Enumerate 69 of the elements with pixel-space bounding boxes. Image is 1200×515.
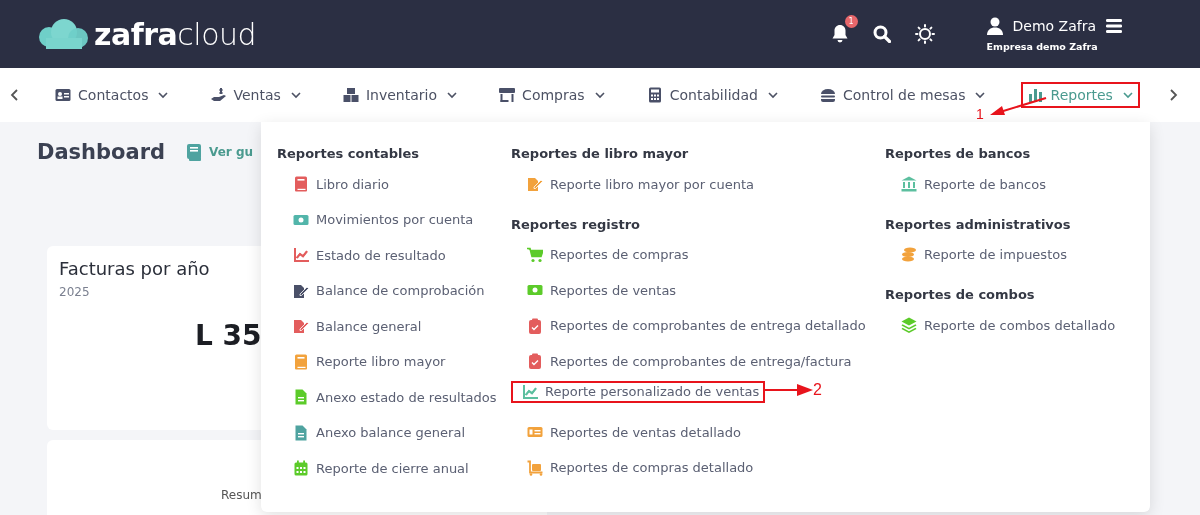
search-icon[interactable] [872,25,891,43]
menu-item[interactable]: Anexo estado de resultados [281,385,503,409]
sun-icon[interactable] [914,24,935,44]
annotation-arrow [765,382,813,397]
card-title: Resum [221,488,262,502]
card-title: Facturas por año [59,258,210,279]
scroll-left-icon[interactable] [10,88,20,102]
menu-item[interactable]: Reporte de impuestos [889,242,1073,267]
menu-item[interactable]: Reportes de compras [515,242,695,267]
annotation-number: 1 [976,106,984,122]
nav-tab[interactable]: Inventario [335,82,464,108]
menu-icon[interactable] [1106,18,1122,33]
card-amount: L 35 [195,319,262,352]
bars-icon [1027,87,1044,103]
nav-tab[interactable]: Ventas [203,82,308,108]
menu-item[interactable]: Reportes de ventas detallado [515,420,747,444]
menu-section-heading: Reportes de combos [885,287,1036,304]
menu-item[interactable]: Anexo balance general [281,420,471,445]
menu-section-heading: Reportes registro [511,216,642,234]
menu-item[interactable]: Movimientos por cuenta [281,207,480,232]
company-name: Empresa demo Zafra [986,40,1099,52]
menu-item[interactable]: Balance de comprobación [281,278,491,303]
chevron-down-icon [975,91,986,99]
chevron-down-icon [158,91,169,99]
annotation-number: 2 [813,380,822,399]
menu-item[interactable]: Reporte de bancos [889,172,1052,196]
menu-item[interactable]: Reportes de ventas [515,278,683,302]
menu-item[interactable]: Reporte de cierre anual [281,456,475,480]
hand-icon [210,87,227,103]
menu-item[interactable]: Estado de resultado [281,243,452,267]
chevron-down-icon [447,91,457,99]
book-icon [187,143,202,161]
menu-section-heading: Reportes administrativos [885,216,1072,234]
menu-item[interactable]: Reporte libro mayor por cuenta [515,172,760,196]
menu-item[interactable]: Reporte libro mayor [281,349,452,374]
nav-tab[interactable]: Reportes [1020,82,1140,108]
nav-tab[interactable]: Control de mesas [813,82,993,108]
burger-icon [820,87,836,103]
store-icon [499,87,516,103]
nav-tab[interactable]: Compras [492,82,612,108]
brand-name: zafracloud [94,16,257,52]
menu-item[interactable]: Reporte personalizado de ventas [511,380,766,403]
user-name[interactable]: Demo Zafra [1012,17,1096,34]
chevron-down-icon [767,91,778,99]
page-title: Dashboard [37,140,166,164]
menu-section-heading: Reportes de libro mayor [511,146,690,163]
chevron-down-icon [594,91,605,99]
menu-item[interactable]: Reportes de comprobantes de entrega detallado [515,313,872,338]
user-icon[interactable] [986,16,1003,35]
contact-icon [55,87,72,103]
menu-item[interactable]: Libro diario [281,172,395,196]
nav-tab[interactable]: Contactos [48,82,176,108]
menu-item[interactable]: Balance general [281,314,428,338]
chevron-down-icon [1122,91,1133,99]
annotation-arrow [988,96,1048,118]
nav-tab[interactable]: Contabilidad [639,82,785,108]
card-year: 2025 [59,285,90,299]
calc-icon [646,87,663,103]
bell-icon[interactable] [830,24,849,44]
scroll-right-icon[interactable] [1167,88,1178,102]
cloud-logo-icon [38,18,90,50]
boxes-icon [342,87,359,103]
menu-section-heading: Reportes contables [277,146,420,163]
notification-badge: 1 [844,15,858,28]
menu-item[interactable]: Reporte de combos detallado [889,313,1122,337]
chevron-down-icon [290,91,301,99]
menu-item[interactable]: Reportes de comprobantes de entrega/factura [515,349,858,373]
menu-section-heading: Reportes de bancos [885,146,1032,163]
menu-item[interactable]: Reportes de compras detallado [515,455,760,480]
